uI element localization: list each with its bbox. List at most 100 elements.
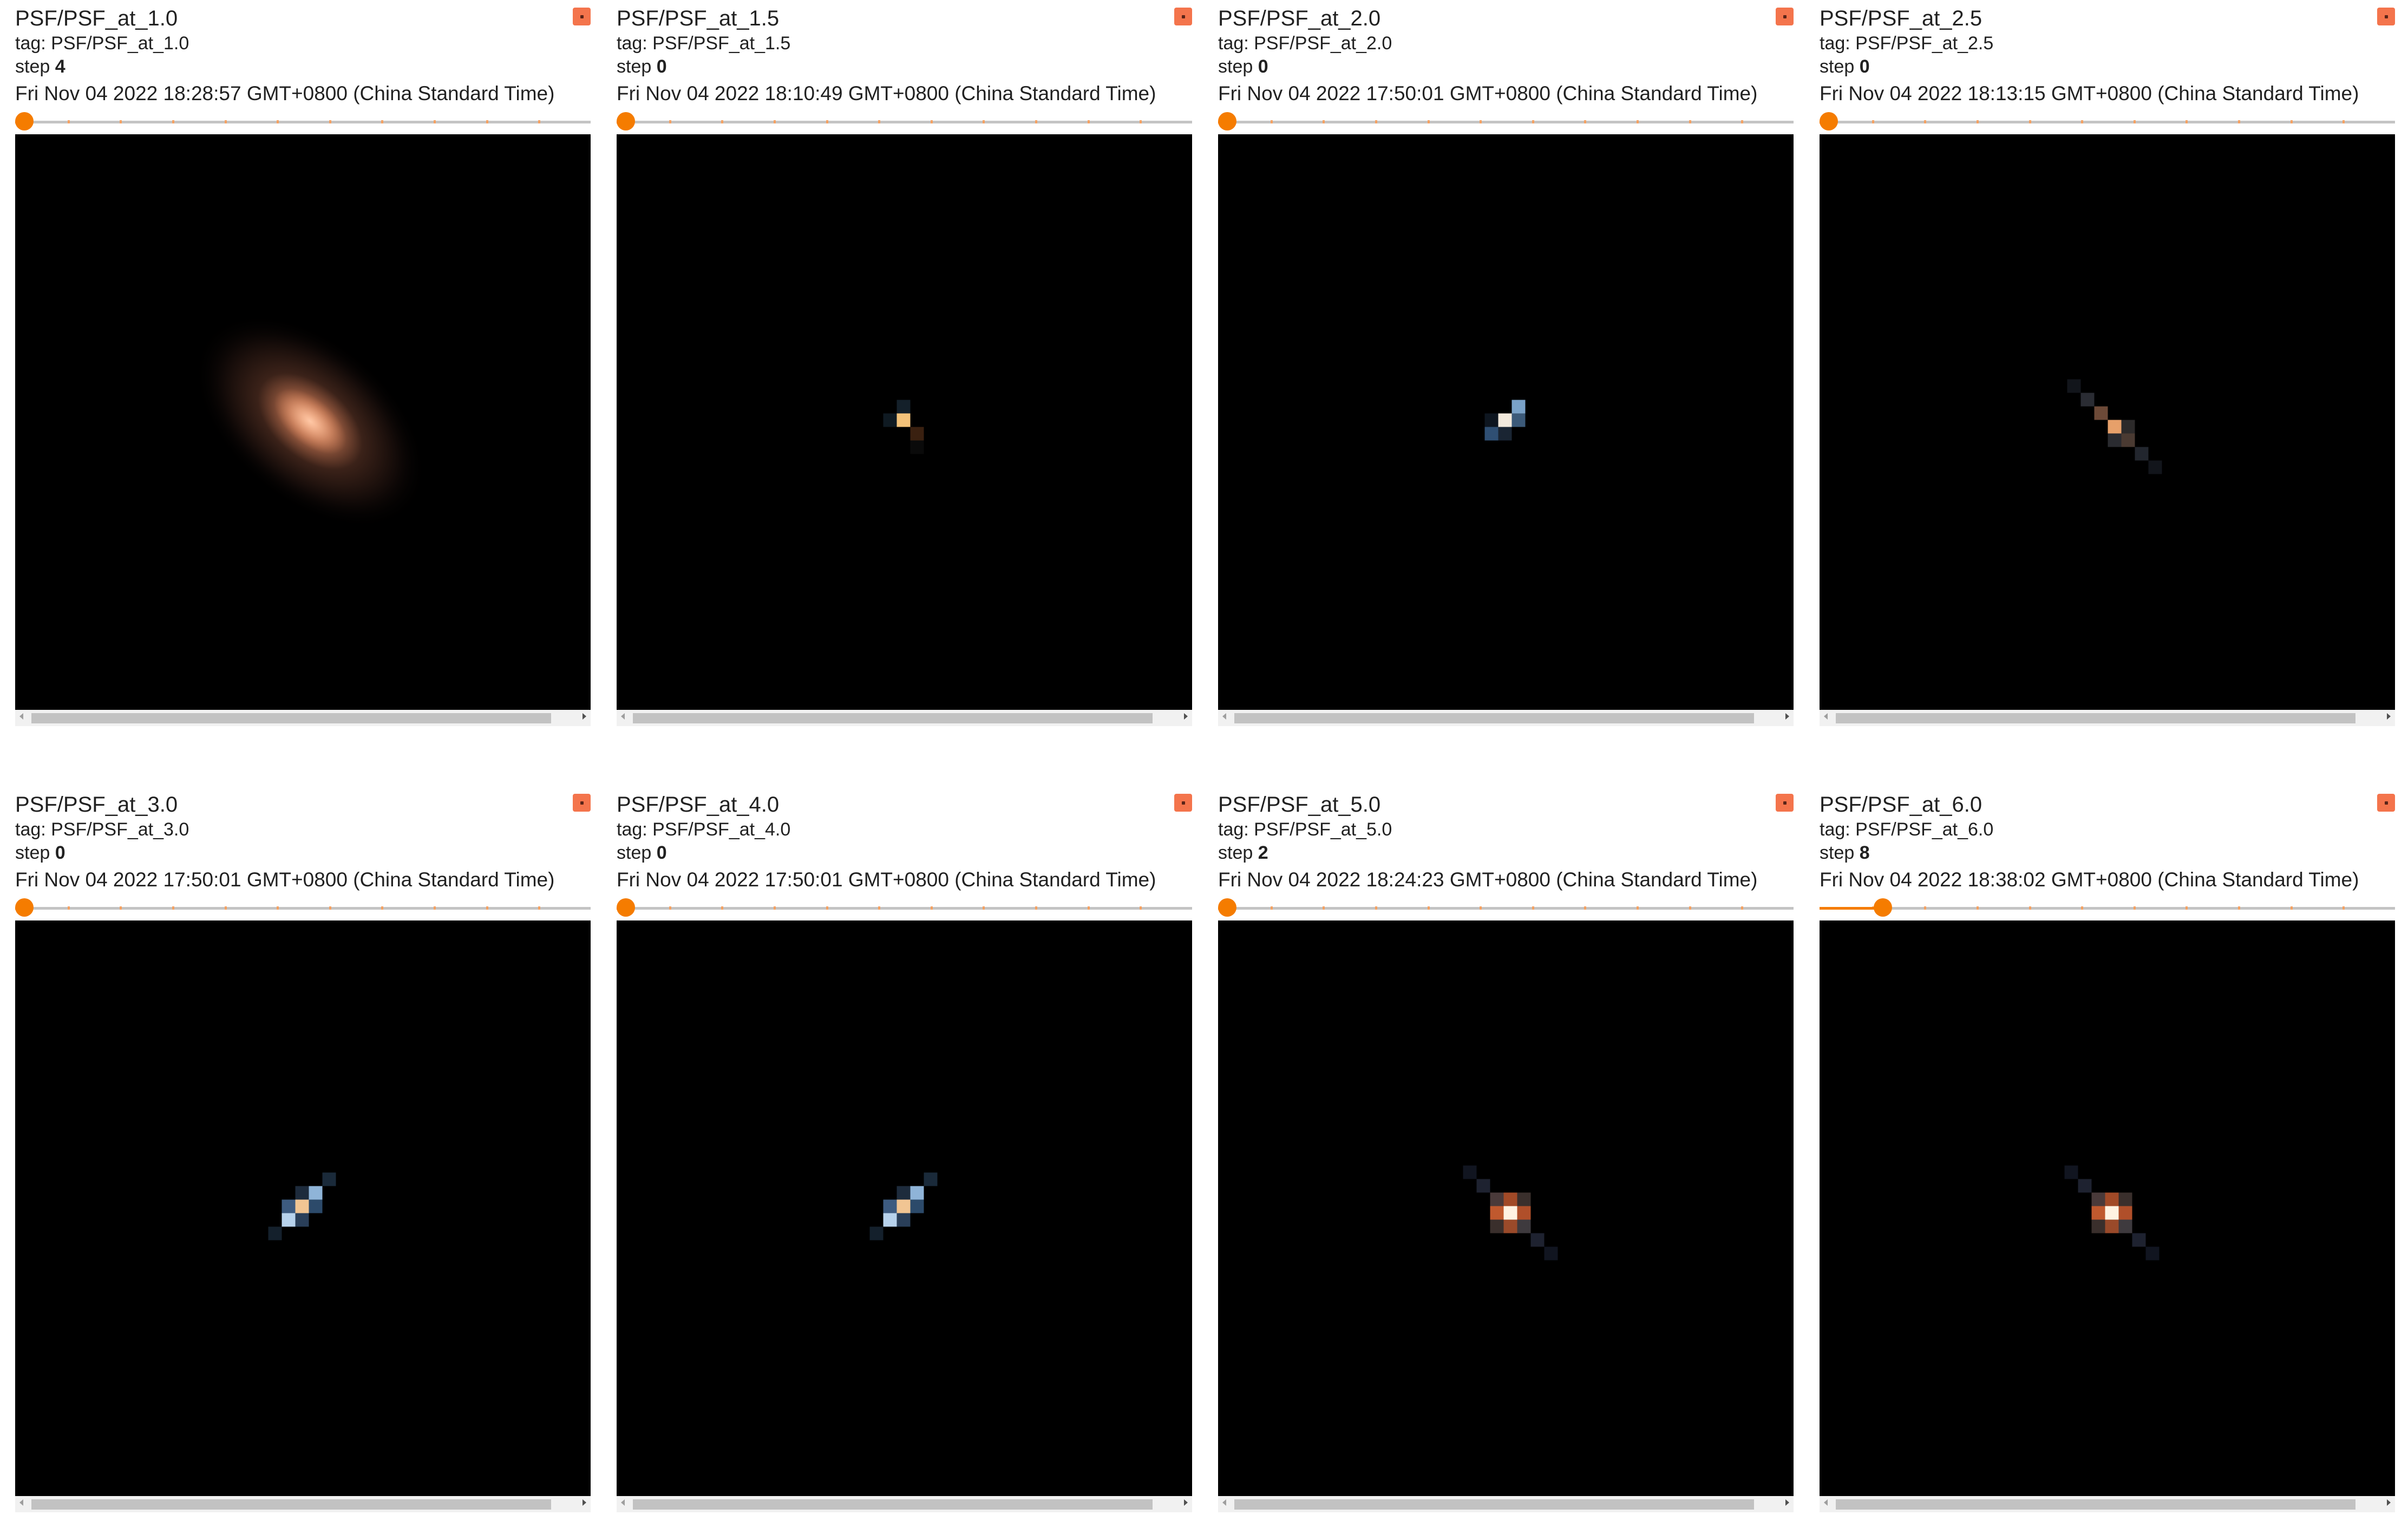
- expand-icon[interactable]: [1776, 8, 1794, 25]
- step-slider[interactable]: [1820, 112, 2395, 130]
- expand-icon[interactable]: [573, 8, 591, 25]
- step-label: step: [1218, 843, 1253, 863]
- slider-tick: [2029, 120, 2031, 123]
- slider-tick: [434, 120, 436, 123]
- slider-tick: [2134, 120, 2136, 123]
- expand-icon[interactable]: [2377, 794, 2395, 812]
- psf-render: [1463, 1165, 1558, 1261]
- scrollbar-thumb[interactable]: [1836, 713, 2355, 723]
- psf-render: [869, 1172, 938, 1240]
- psf-pixel: [1476, 1179, 1490, 1193]
- psf-pixel: [883, 413, 897, 427]
- slider-tick: [1689, 906, 1691, 910]
- scroll-right-icon[interactable]: [1785, 713, 1789, 720]
- slider-knob[interactable]: [1218, 898, 1236, 917]
- slider-knob[interactable]: [617, 112, 635, 130]
- card-step: step 0: [617, 56, 667, 77]
- psf-pixel: [2135, 447, 2149, 461]
- scroll-right-icon[interactable]: [2387, 713, 2391, 720]
- slider-tick: [2185, 906, 2188, 910]
- card-tag: tag: PSF/PSF_at_3.0: [15, 819, 189, 840]
- step-value: 8: [1859, 843, 1870, 863]
- psf-pixel: [2145, 1246, 2160, 1261]
- horizontal-scrollbar[interactable]: [1218, 710, 1794, 726]
- slider-tick: [1035, 120, 1037, 123]
- psf-pixel: [2091, 1192, 2105, 1206]
- scrollbar-thumb[interactable]: [1234, 1499, 1754, 1510]
- psf-pixel: [2094, 406, 2108, 420]
- psf-render: [1484, 400, 1526, 441]
- slider-rail: [617, 907, 1192, 910]
- slider-knob[interactable]: [1218, 112, 1236, 130]
- scroll-right-icon[interactable]: [583, 713, 586, 720]
- scroll-left-icon[interactable]: [1824, 1499, 1828, 1506]
- slider-knob[interactable]: [15, 112, 34, 130]
- slider-tick: [1977, 120, 1979, 123]
- expand-icon[interactable]: [1776, 794, 1794, 812]
- scroll-right-icon[interactable]: [1785, 1499, 1789, 1506]
- scrollbar-thumb[interactable]: [633, 1499, 1153, 1510]
- scroll-left-icon[interactable]: [1222, 1499, 1226, 1506]
- psf-image: [1218, 134, 1794, 710]
- card-tag: tag: PSF/PSF_at_2.5: [1820, 33, 1994, 54]
- slider-tick: [1924, 906, 1926, 910]
- step-slider[interactable]: [1218, 112, 1794, 130]
- step-value: 4: [55, 56, 66, 77]
- scroll-left-icon[interactable]: [19, 713, 23, 720]
- slider-knob[interactable]: [617, 898, 635, 917]
- slider-knob[interactable]: [1873, 898, 1892, 917]
- psf-pixel: [883, 1213, 897, 1227]
- slider-knob[interactable]: [15, 898, 34, 917]
- slider-tick: [277, 906, 279, 910]
- slider-tick: [669, 120, 671, 123]
- slider-knob[interactable]: [1820, 112, 1838, 130]
- slider-tick: [1637, 906, 1639, 910]
- scroll-left-icon[interactable]: [1222, 713, 1226, 720]
- horizontal-scrollbar[interactable]: [1820, 710, 2395, 726]
- psf-pixel: [1511, 413, 1526, 427]
- scroll-left-icon[interactable]: [1824, 713, 1828, 720]
- psf-pixel: [910, 440, 924, 454]
- psf-pixel: [2108, 433, 2122, 447]
- horizontal-scrollbar[interactable]: [15, 1496, 591, 1512]
- scrollbar-thumb[interactable]: [1836, 1499, 2355, 1510]
- image-card: PSF/PSF_at_2.5 tag: PSF/PSF_at_2.5 step …: [1820, 5, 2395, 742]
- scroll-right-icon[interactable]: [1184, 713, 1188, 720]
- step-slider[interactable]: [617, 898, 1192, 917]
- image-card: PSF/PSF_at_2.0 tag: PSF/PSF_at_2.0 step …: [1218, 5, 1794, 742]
- step-slider[interactable]: [15, 112, 591, 130]
- horizontal-scrollbar[interactable]: [1820, 1496, 2395, 1512]
- psf-pixel: [2091, 1206, 2105, 1220]
- slider-tick: [486, 906, 488, 910]
- expand-icon[interactable]: [1174, 794, 1192, 812]
- step-label: step: [617, 56, 652, 77]
- scrollbar-thumb[interactable]: [1234, 713, 1754, 723]
- slider-tick: [669, 906, 671, 910]
- expand-icon[interactable]: [1174, 8, 1192, 25]
- scrollbar-thumb[interactable]: [31, 713, 551, 723]
- horizontal-scrollbar[interactable]: [1218, 1496, 1794, 1512]
- scroll-right-icon[interactable]: [583, 1499, 586, 1506]
- scroll-left-icon[interactable]: [621, 713, 625, 720]
- scroll-left-icon[interactable]: [19, 1499, 23, 1506]
- scrollbar-thumb[interactable]: [633, 713, 1153, 723]
- horizontal-scrollbar[interactable]: [15, 710, 591, 726]
- step-slider[interactable]: [1820, 898, 2395, 917]
- slider-tick: [329, 120, 331, 123]
- psf-pixel: [322, 1172, 336, 1186]
- step-value: 0: [1258, 56, 1268, 77]
- expand-icon[interactable]: [573, 794, 591, 812]
- horizontal-scrollbar[interactable]: [617, 1496, 1192, 1512]
- psf-pixel: [295, 1213, 309, 1227]
- scroll-right-icon[interactable]: [2387, 1499, 2391, 1506]
- scroll-left-icon[interactable]: [621, 1499, 625, 1506]
- expand-icon[interactable]: [2377, 8, 2395, 25]
- psf-pixel: [1490, 1192, 1504, 1206]
- step-slider[interactable]: [617, 112, 1192, 130]
- scrollbar-thumb[interactable]: [31, 1499, 551, 1510]
- step-slider[interactable]: [1218, 898, 1794, 917]
- scroll-right-icon[interactable]: [1184, 1499, 1188, 1506]
- psf-image: [1820, 134, 2395, 710]
- step-slider[interactable]: [15, 898, 591, 917]
- horizontal-scrollbar[interactable]: [617, 710, 1192, 726]
